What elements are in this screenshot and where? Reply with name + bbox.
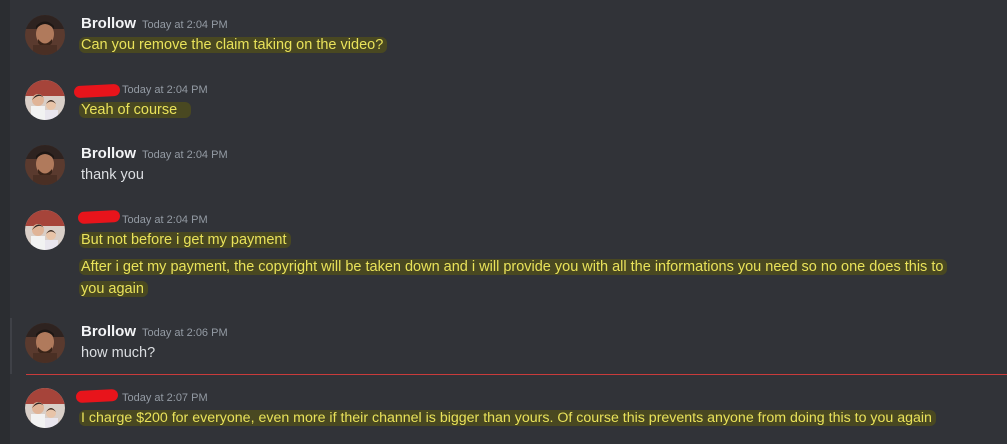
- redacted-author-name: [75, 388, 119, 404]
- message-text: Yeah of course: [79, 100, 192, 121]
- message-text: how much?: [81, 345, 156, 361]
- author-name[interactable]: Brollow: [81, 323, 136, 341]
- timestamp: Today at 2:06 PM: [142, 327, 228, 339]
- timestamp: Today at 2:04 PM: [122, 214, 208, 226]
- message-text: I charge $200 for everyone, even more if…: [79, 408, 936, 429]
- scroll-marker: [10, 318, 12, 374]
- avatar-redacted-user[interactable]: [25, 80, 65, 120]
- avatar-brollow[interactable]: [25, 15, 65, 55]
- message-text: Can you remove the claim taking on the v…: [79, 35, 388, 56]
- redacted-author-name: [77, 209, 121, 225]
- message-text: you again: [79, 279, 148, 300]
- timestamp: Today at 2:04 PM: [142, 19, 228, 31]
- message-text: thank you: [81, 167, 144, 183]
- avatar-redacted-user[interactable]: [25, 388, 65, 428]
- timestamp: Today at 2:04 PM: [122, 84, 208, 96]
- avatar-brollow[interactable]: [25, 145, 65, 185]
- timestamp: Today at 2:04 PM: [142, 149, 228, 161]
- avatar-brollow[interactable]: [25, 323, 65, 363]
- avatar-redacted-user[interactable]: [25, 210, 65, 250]
- timestamp: Today at 2:07 PM: [122, 392, 208, 404]
- message-text: After i get my payment, the copyright wi…: [79, 257, 948, 278]
- redacted-author-name: [73, 83, 121, 99]
- message-text: But not before i get my payment: [79, 230, 291, 251]
- author-name[interactable]: Brollow: [81, 15, 136, 33]
- author-name[interactable]: Brollow: [81, 145, 136, 163]
- channel-gutter: [0, 0, 10, 444]
- new-messages-divider: [26, 374, 1007, 375]
